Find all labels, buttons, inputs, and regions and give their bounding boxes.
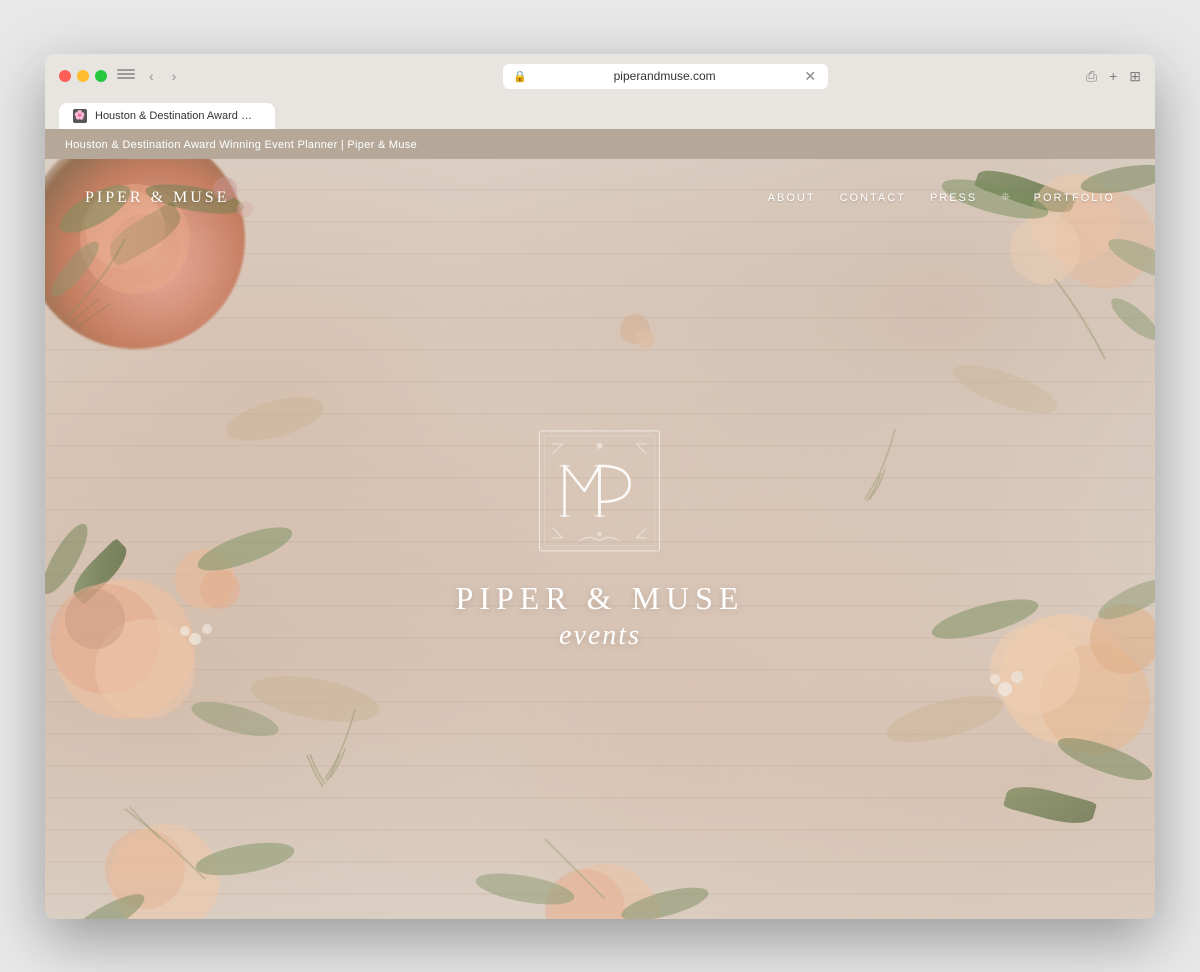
minimize-button[interactable] [77,70,89,82]
nav-press[interactable]: PRESS [930,192,977,204]
address-bar[interactable]: 🔒 piperandmuse.com ✕ [503,64,828,89]
tab-title: Houston & Destination Award Winning Even… [95,110,255,122]
lock-icon: 🔒 [513,70,527,83]
address-bar-row: 🔒 piperandmuse.com ✕ ⎙ + ⊞ [190,64,1141,89]
browser-tab-bar: 🌸 Houston & Destination Award Winning Ev… [59,97,1141,129]
tab-favicon: 🌸 [73,109,87,123]
browser-window: ‹ › 🔒 piperandmuse.com ✕ ⎙ + ⊞ [45,54,1155,919]
site-top-bar: Houston & Destination Award Winning Even… [45,129,1155,159]
new-tab-button[interactable]: + [1109,68,1117,84]
website-content: Houston & Destination Award Winning Even… [45,129,1155,919]
share-button[interactable]: ⎙ [1086,68,1097,85]
nav-portfolio[interactable]: PORTFOLIO [1034,192,1115,204]
browser-titlebar: ‹ › 🔒 piperandmuse.com ✕ ⎙ + ⊞ [59,64,1141,97]
sidebar-toggle[interactable] [117,69,135,83]
clear-url-button[interactable]: ✕ [802,68,818,85]
back-button[interactable]: ‹ [145,66,158,86]
nav-links: ABOUT CONTACT PRESS ❊ PORTFOLIO [768,192,1115,204]
traffic-lights [59,70,107,82]
hero-section: PIPER & MUSE ABOUT CONTACT PRESS ❊ PORTF… [45,159,1155,919]
hero-brand-name: PIPER & MUSE [456,580,745,615]
monogram-emblem [535,425,665,555]
site-logo[interactable]: PIPER & MUSE [85,189,229,207]
url-text: piperandmuse.com [533,69,796,83]
browser-chrome: ‹ › 🔒 piperandmuse.com ✕ ⎙ + ⊞ [45,54,1155,129]
tab-grid-button[interactable]: ⊞ [1129,68,1141,85]
forward-button[interactable]: › [168,66,181,86]
active-tab[interactable]: 🌸 Houston & Destination Award Winning Ev… [59,103,275,129]
nav-divider: ❊ [1001,192,1009,203]
nav-about[interactable]: ABOUT [768,192,816,204]
site-nav: PIPER & MUSE ABOUT CONTACT PRESS ❊ PORTF… [45,159,1155,237]
close-button[interactable] [59,70,71,82]
top-bar-text: Houston & Destination Award Winning Even… [65,139,417,151]
nav-contact[interactable]: CONTACT [840,192,906,204]
maximize-button[interactable] [95,70,107,82]
hero-center-content: PIPER & MUSE events [456,425,745,651]
hero-brand-sub: events [456,620,745,652]
